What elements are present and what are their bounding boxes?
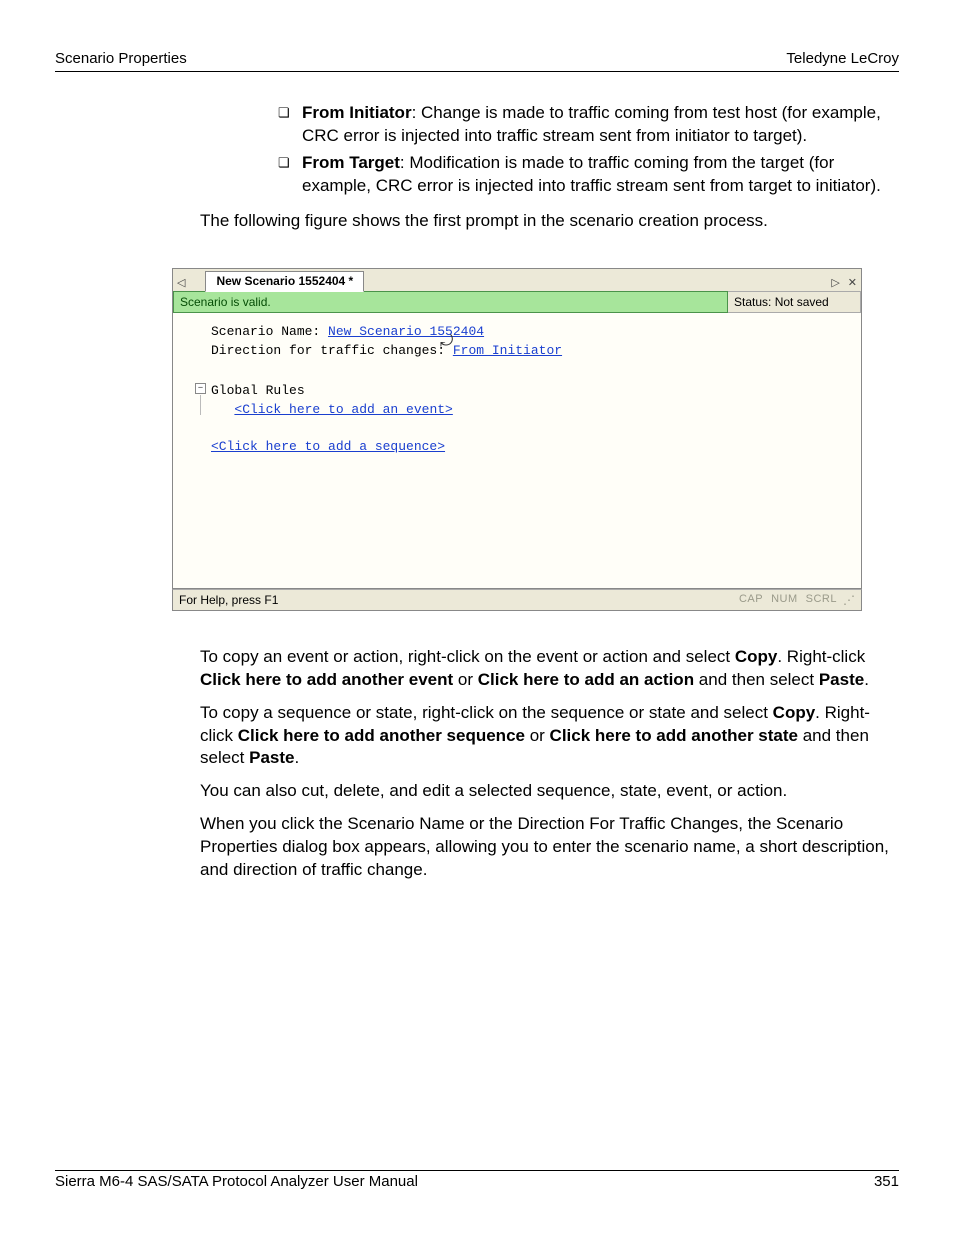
tree-collapse-icon[interactable]: – xyxy=(195,383,206,394)
add-event-link[interactable]: <Click here to add an event> xyxy=(234,402,452,417)
scenario-name-label: Scenario Name: xyxy=(211,324,328,339)
scenario-name-link[interactable]: New Scenario 1552404 xyxy=(328,324,484,339)
footer-page-number: 351 xyxy=(874,1173,899,1190)
cut-delete-para: You can also cut, delete, and edit a sel… xyxy=(200,780,899,803)
resize-grip-icon[interactable]: ⋰ xyxy=(843,594,855,606)
bullet-lead: From Initiator xyxy=(302,103,412,122)
direction-link[interactable]: From Initiator xyxy=(453,343,562,358)
footer-left: Sierra M6-4 SAS/SATA Protocol Analyzer U… xyxy=(55,1173,418,1190)
scenario-name-row: Scenario Name: New Scenario 1552404 xyxy=(211,323,851,342)
page-header: Scenario Properties Teledyne LeCroy xyxy=(55,50,899,72)
tab-bar: ◁ New Scenario 1552404 * ▷ ✕ xyxy=(172,268,862,291)
keyboard-indicators: CAP NUM SCRL xyxy=(739,592,837,607)
cap-indicator: CAP xyxy=(739,592,763,607)
scenario-editor-figure: ◁ New Scenario 1552404 * ▷ ✕ Scenario is… xyxy=(172,268,862,611)
copy-sequence-para: To copy a sequence or state, right-click… xyxy=(200,702,899,771)
bottom-status-bar: For Help, press F1 CAP NUM SCRL ⋰ xyxy=(172,589,862,611)
direction-label: Direction for traffic changes: xyxy=(211,343,453,358)
validity-status: Scenario is valid. xyxy=(173,291,728,313)
bullet-from-initiator: From Initiator: Change is made to traffi… xyxy=(278,102,899,148)
editor-pane: Scenario Name: New Scenario 1552404 ⤾ Di… xyxy=(172,313,862,589)
add-sequence-link[interactable]: <Click here to add a sequence> xyxy=(211,439,445,454)
global-rules-label: Global Rules xyxy=(211,382,851,401)
direction-row: Direction for traffic changes: From Init… xyxy=(211,342,851,361)
header-left: Scenario Properties xyxy=(55,50,187,67)
bullet-from-target: From Target: Modification is made to tra… xyxy=(278,152,899,198)
page-footer: Sierra M6-4 SAS/SATA Protocol Analyzer U… xyxy=(55,1170,899,1190)
scrl-indicator: SCRL xyxy=(806,592,837,607)
intro-text: The following figure shows the first pro… xyxy=(200,210,899,233)
tree-line xyxy=(200,395,201,415)
bullet-lead: From Target xyxy=(302,153,400,172)
pointer-cursor-icon: ⤾ xyxy=(440,331,453,354)
header-right: Teledyne LeCroy xyxy=(786,50,899,67)
tab-next-icon[interactable]: ▷ xyxy=(827,276,843,291)
num-indicator: NUM xyxy=(771,592,798,607)
active-tab[interactable]: New Scenario 1552404 * xyxy=(205,271,364,292)
add-event-row: <Click here to add an event> xyxy=(211,401,851,420)
tab-close-icon[interactable]: ✕ xyxy=(844,276,861,291)
help-hint: For Help, press F1 xyxy=(179,592,278,608)
save-status: Status: Not saved xyxy=(728,291,861,313)
copy-event-para: To copy an event or action, right-click … xyxy=(200,646,899,692)
bullet-list: From Initiator: Change is made to traffi… xyxy=(200,102,899,198)
tab-prev-icon[interactable]: ◁ xyxy=(173,276,189,291)
dialog-para: When you click the Scenario Name or the … xyxy=(200,813,899,882)
add-sequence-row: <Click here to add a sequence> xyxy=(211,438,851,457)
status-row: Scenario is valid. Status: Not saved xyxy=(172,291,862,313)
